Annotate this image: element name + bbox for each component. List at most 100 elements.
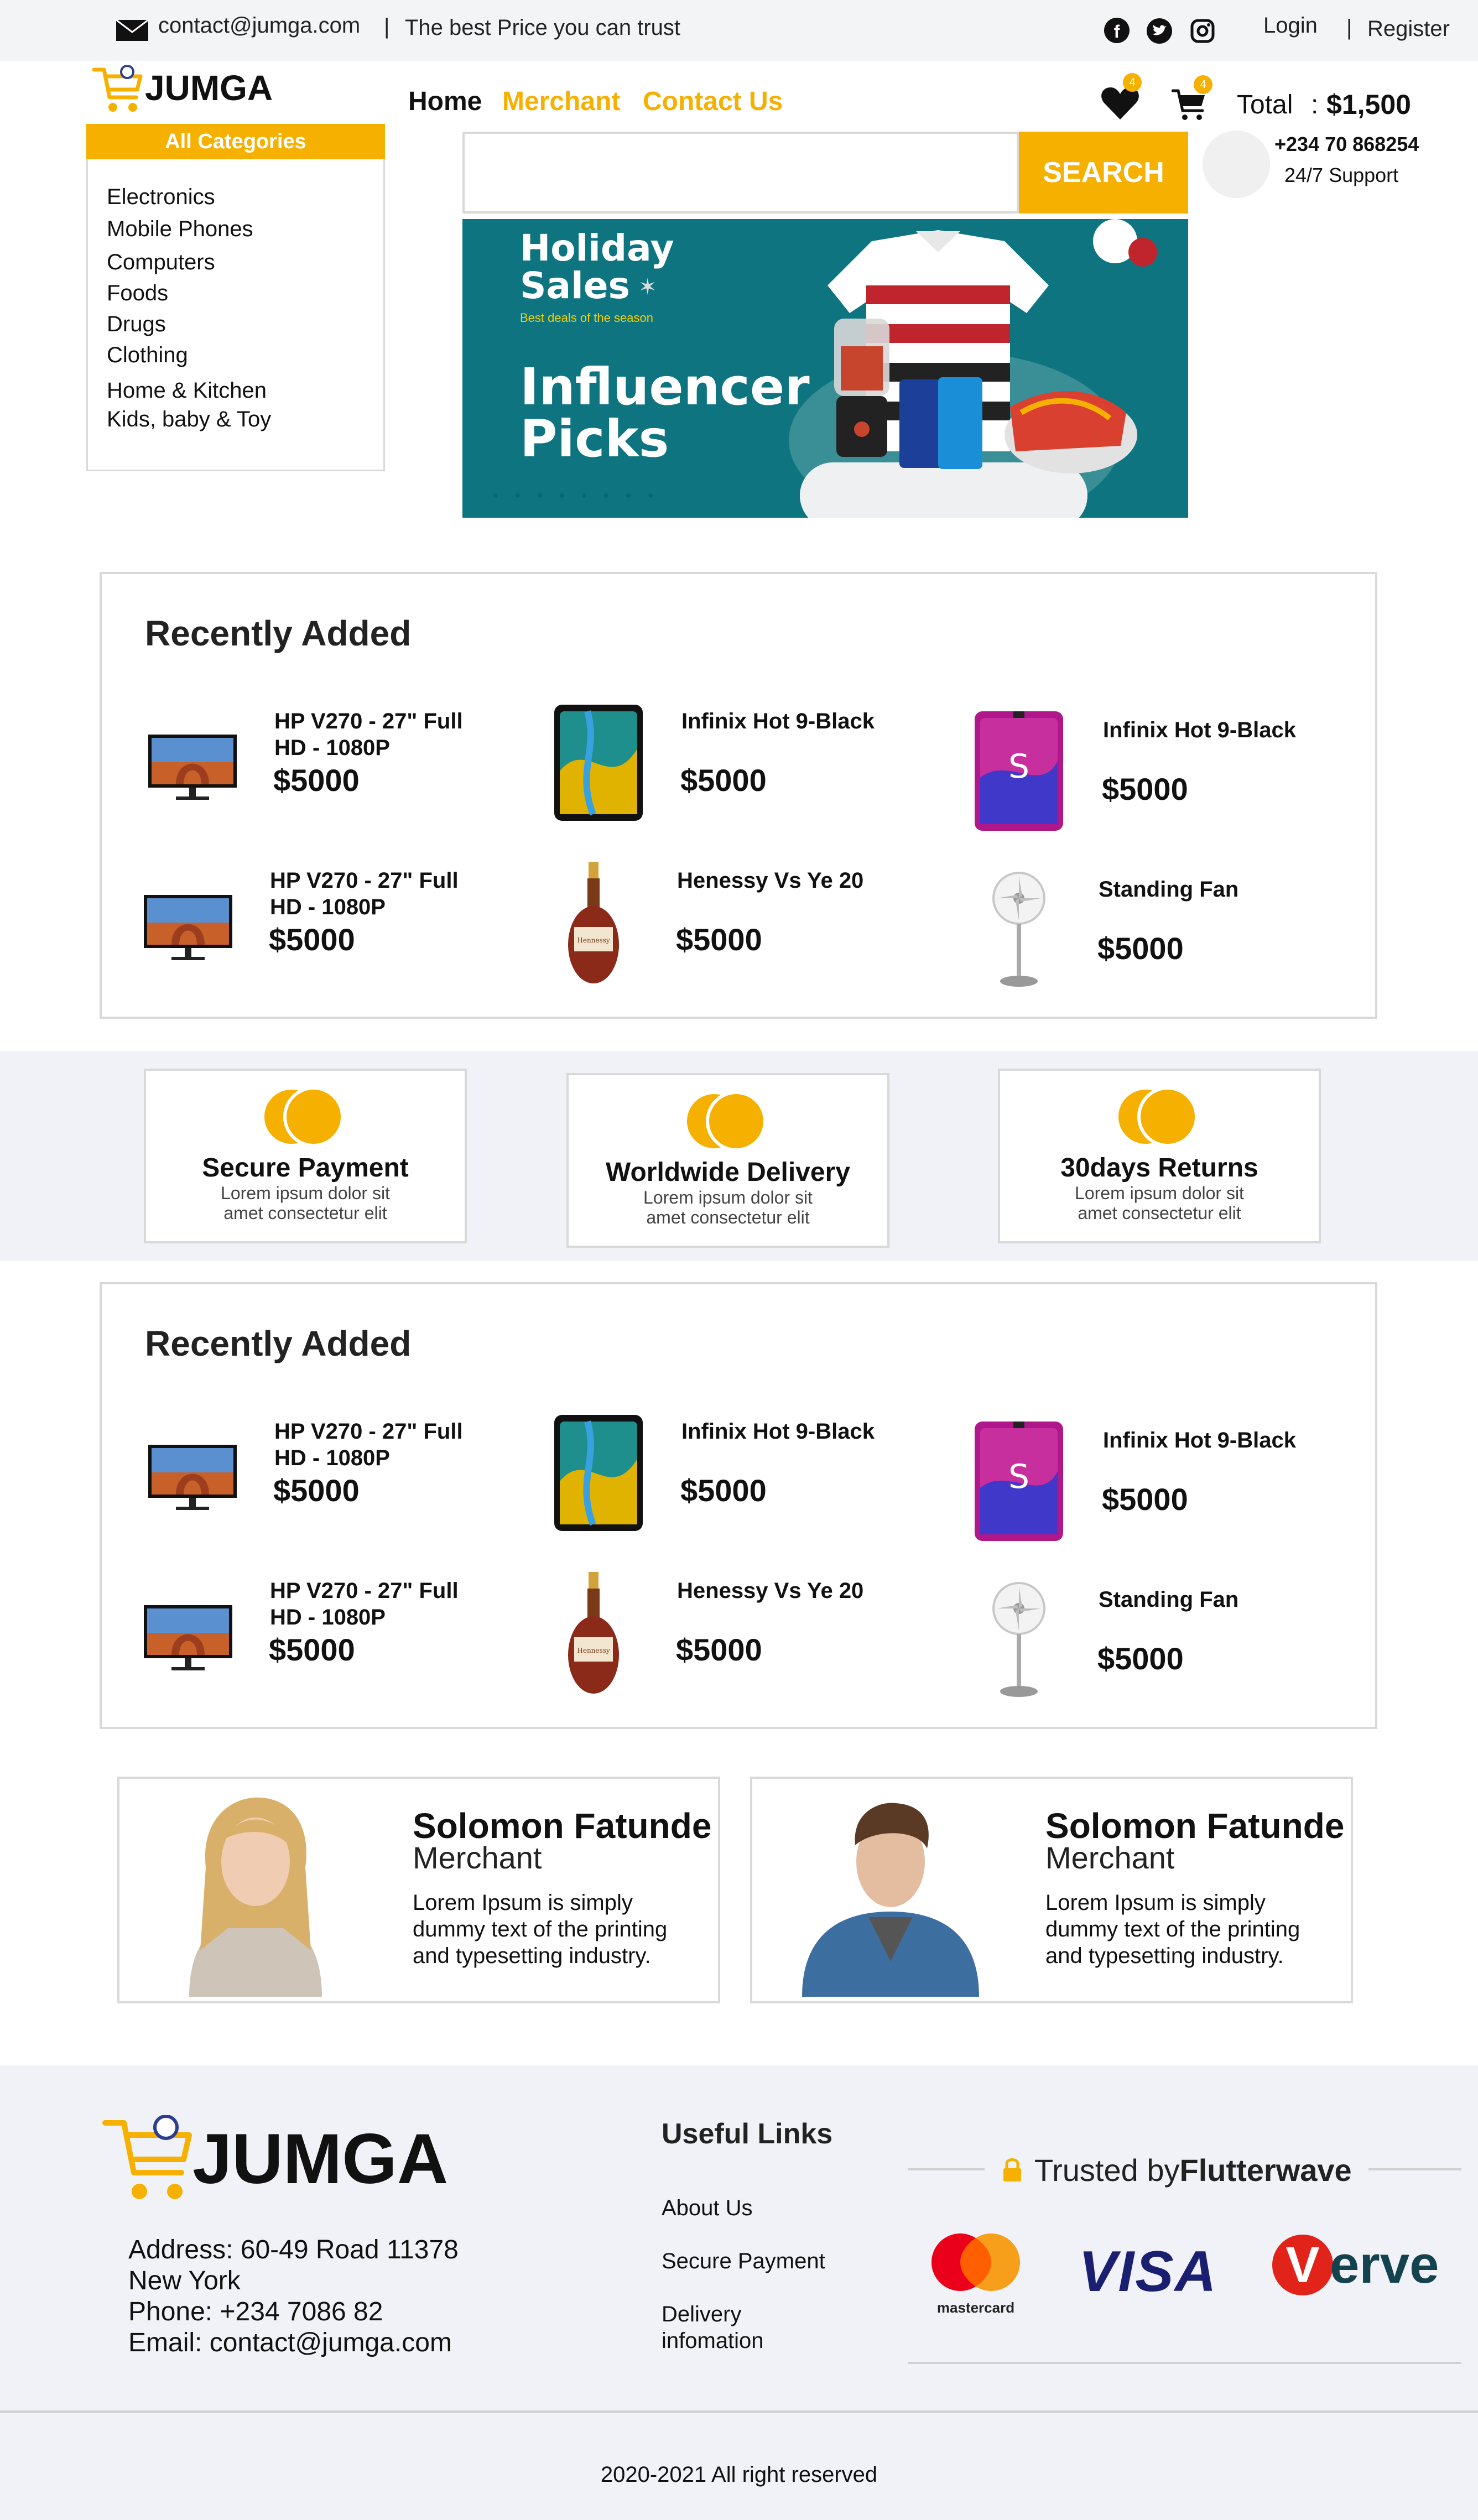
verve-logo: V erve	[1272, 2235, 1439, 2295]
footer-link-delivery[interactable]: Delivery infomation	[662, 2301, 764, 2354]
bottle-image[interactable]	[566, 862, 622, 986]
product-name[interactable]: Henessy Vs Ye 20	[677, 1577, 863, 1604]
product-name[interactable]: Henessy Vs Ye 20	[677, 867, 863, 894]
lock-icon	[1003, 2158, 1021, 2181]
fan-image[interactable]	[991, 871, 1047, 988]
product-name[interactable]: HP V270 - 27" Full HD - 1080P	[270, 1577, 459, 1631]
merchant-card[interactable]: Solomon Fatunde Merchant Lorem Ipsum is …	[117, 1777, 720, 2003]
promo-banner[interactable]: Holiday Sales ✶ Best deals of the season…	[462, 219, 1188, 518]
footer-link-secure-payment[interactable]: Secure Payment	[662, 2248, 825, 2274]
monitor-image[interactable]	[144, 895, 232, 961]
product-name[interactable]: HP V270 - 27" Full HD - 1080P	[270, 867, 459, 920]
product-price: $5000	[676, 1632, 762, 1667]
product-name[interactable]: HP V270 - 27" Full HD - 1080P	[274, 1418, 463, 1471]
footer-phone: Phone: +234 7086 82	[128, 2297, 383, 2326]
instagram-icon[interactable]	[1189, 18, 1216, 44]
fan-image[interactable]	[991, 1581, 1047, 1698]
categories-header[interactable]: All Categories	[86, 124, 385, 159]
product-name[interactable]: Standing Fan	[1099, 876, 1238, 903]
product-name[interactable]: Standing Fan	[1099, 1586, 1238, 1613]
footer-email[interactable]: Email: contact@jumga.com	[128, 2328, 452, 2358]
product-price: $5000	[273, 1473, 360, 1508]
product-name[interactable]: Infinix Hot 9-Black	[1103, 717, 1296, 743]
product-price: $5000	[676, 922, 762, 957]
banner-subtitle: Best deals of the season	[520, 311, 653, 325]
category-electronics[interactable]: Electronics	[107, 185, 215, 210]
trusted-brand: Flutterwave	[1179, 2152, 1352, 2188]
facebook-icon[interactable]: f	[1104, 18, 1130, 43]
visa-logo: VISA	[1079, 2240, 1217, 2304]
categories-list: Electronics Mobile Phones Computers Food…	[86, 159, 385, 471]
feature-card: Secure Payment Lorem ipsum dolor sit ame…	[144, 1069, 467, 1243]
product-price: $5000	[1102, 772, 1188, 806]
support-avatar	[1203, 131, 1270, 198]
coins-icon	[1115, 1086, 1204, 1147]
blender-image	[834, 319, 889, 457]
monitor-image[interactable]	[148, 735, 237, 801]
product-name[interactable]: Infinix Hot 9-Black	[681, 1418, 875, 1445]
category-clothing[interactable]: Clothing	[107, 343, 188, 368]
product-name-line: HP V270 - 27" Full	[274, 709, 463, 733]
footer: JUMGA Address: 60-49 Road 11378 New York…	[0, 2065, 1478, 2520]
product-name[interactable]: HP V270 - 27" Full HD - 1080P	[274, 708, 463, 761]
nav-merchant[interactable]: Merchant	[502, 86, 620, 117]
feature-desc: amet consectetur elit	[1078, 1203, 1241, 1223]
copyright: 2020-2021 All right reserved	[600, 2462, 878, 2487]
coins-icon	[684, 1091, 772, 1152]
monitor-image[interactable]	[148, 1445, 237, 1511]
coins-icon	[261, 1086, 350, 1147]
separator: |	[1346, 15, 1352, 40]
nav-contact-us[interactable]: Contact Us	[643, 86, 783, 117]
category-kids-baby-toy[interactable]: Kids, baby & Toy	[107, 407, 271, 432]
feature-desc: Lorem ipsum dolor sit	[643, 1188, 813, 1207]
product-price: $5000	[1097, 1641, 1184, 1676]
feature-desc: amet consectetur elit	[223, 1203, 387, 1223]
category-drugs[interactable]: Drugs	[107, 312, 166, 337]
trusted-prefix: Trusted by	[1034, 2152, 1180, 2188]
merchant-card[interactable]: Solomon Fatunde Merchant Lorem Ipsum is …	[750, 1777, 1353, 2003]
feature-card: 30days Returns Lorem ipsum dolor sit ame…	[998, 1069, 1321, 1243]
search-input[interactable]	[462, 132, 1019, 214]
features-band: Secure Payment Lorem ipsum dolor sit ame…	[0, 1051, 1478, 1261]
merchant-description: Lorem Ipsum is simply dummy text of the …	[1045, 1891, 1300, 1968]
verve-v-icon: V	[1272, 2235, 1333, 2295]
product-price: $5000	[1102, 1482, 1188, 1517]
recently-added-section: Recently Added HP V270 - 27" Full HD - 10…	[100, 572, 1377, 1019]
twitter-icon[interactable]	[1146, 18, 1173, 44]
footer-logo-text[interactable]: JUMGA	[192, 2118, 448, 2200]
register-link[interactable]: Register	[1367, 17, 1450, 41]
cart-button[interactable]: 4	[1172, 75, 1216, 125]
monitor-image[interactable]	[144, 1605, 232, 1672]
search-button[interactable]: SEARCH	[1019, 132, 1188, 214]
product-name[interactable]: Infinix Hot 9-Black	[681, 708, 875, 735]
category-computers[interactable]: Computers	[107, 250, 215, 275]
banner-line-3: Influencer	[520, 357, 810, 416]
sparkle-icon: ✶	[638, 275, 657, 299]
feature-desc: Lorem ipsum dolor sit	[221, 1183, 390, 1203]
cart-logo-icon	[102, 2115, 192, 2199]
category-foods[interactable]: Foods	[107, 281, 168, 306]
login-link[interactable]: Login	[1263, 13, 1318, 38]
category-home-kitchen[interactable]: Home & Kitchen	[107, 378, 267, 403]
support-phone[interactable]: +234 70 868254	[1274, 133, 1419, 156]
footer-link-about[interactable]: About Us	[662, 2195, 753, 2221]
phone-image[interactable]	[554, 705, 643, 821]
verve-text: erve	[1330, 2235, 1439, 2294]
logo-text: JUMGA	[145, 68, 273, 108]
contact-email[interactable]: contact@jumga.com	[158, 13, 360, 38]
nav-home[interactable]: Home	[408, 86, 482, 117]
product-name[interactable]: Infinix Hot 9-Black	[1103, 1427, 1296, 1454]
feature-title: 30days Returns	[1060, 1153, 1258, 1183]
bottle-image[interactable]	[566, 1572, 622, 1696]
phone-image[interactable]	[975, 1422, 1063, 1541]
feature-title: Secure Payment	[202, 1153, 409, 1183]
mail-icon	[116, 19, 149, 41]
banner-line-1: Holiday	[520, 227, 674, 269]
category-mobile-phones[interactable]: Mobile Phones	[107, 217, 253, 242]
wishlist-button[interactable]: 4	[1101, 73, 1145, 125]
phone-image[interactable]	[975, 711, 1063, 831]
phone-image[interactable]	[554, 1415, 643, 1531]
recently-added-section: Recently Added HP V270 - 27" Full HD - 10…	[100, 1282, 1377, 1729]
product-name-line: HP V270 - 27" Full	[274, 1419, 463, 1444]
total-colon: :	[1311, 90, 1319, 119]
